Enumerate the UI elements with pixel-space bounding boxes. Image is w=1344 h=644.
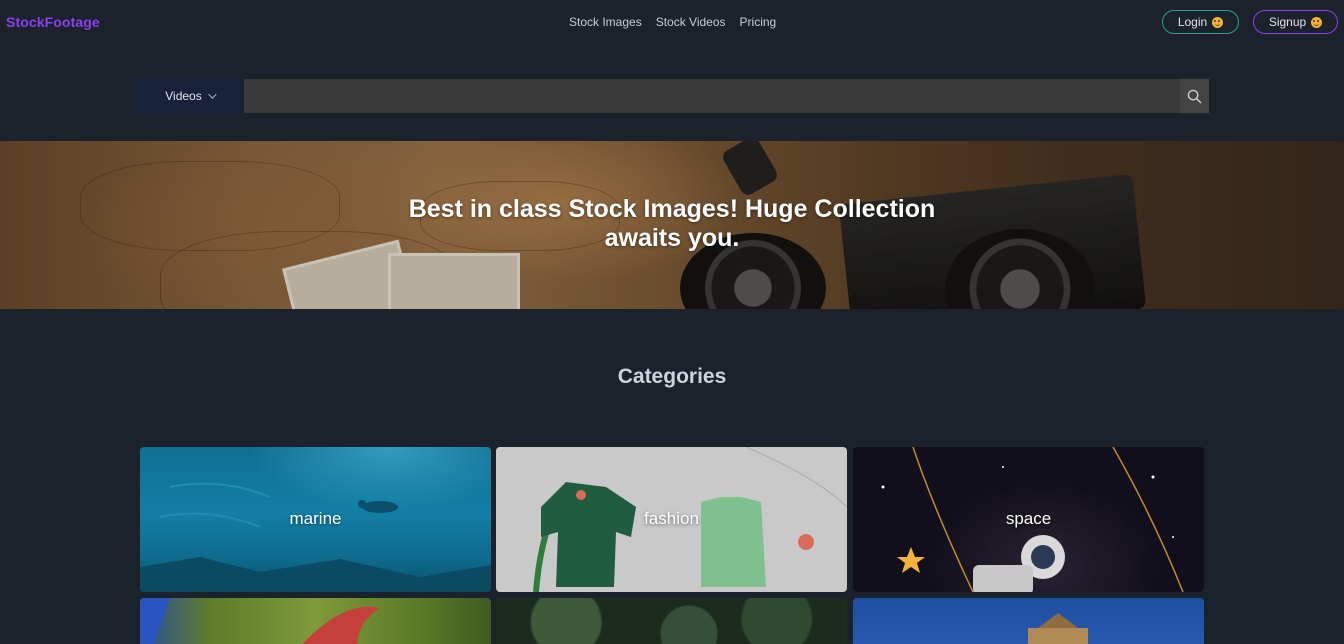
search-icon (1187, 89, 1202, 103)
login-label: Login (1177, 15, 1208, 29)
signup-button[interactable]: Signup (1253, 10, 1338, 34)
category-label: marine (289, 509, 342, 528)
login-button[interactable]: Login (1162, 10, 1239, 34)
search-bar: Videos (135, 79, 1209, 113)
main-nav: Stock Images Stock Videos Pricing (569, 15, 776, 29)
hero-title-line2: awaits you. (604, 224, 740, 252)
search-type-dropdown[interactable]: Videos (135, 79, 244, 113)
smiley-face-icon (1212, 16, 1224, 28)
hero-banner: Best in class Stock Images! Huge Collect… (0, 141, 1344, 309)
building-illustration (1028, 613, 1088, 644)
search-input[interactable] (244, 79, 1180, 113)
nav-link-stock-images[interactable]: Stock Images (569, 15, 642, 29)
category-label: fashion (644, 509, 699, 528)
chevron-down-icon (207, 90, 217, 99)
top-navbar: StockFootage Stock Images Stock Videos P… (0, 0, 1344, 44)
nav-link-pricing[interactable]: Pricing (740, 15, 777, 29)
categories-heading: Categories (617, 365, 727, 388)
smiley-face-icon (1311, 16, 1323, 28)
search-button[interactable] (1180, 79, 1209, 113)
nav-link-stock-videos[interactable]: Stock Videos (656, 15, 726, 29)
brand-logo[interactable]: StockFootage (6, 14, 100, 30)
category-card-bird[interactable] (140, 598, 491, 644)
category-card-space[interactable]: space (853, 447, 1204, 592)
bird-illustration (140, 598, 380, 644)
signup-label: Signup (1268, 15, 1307, 29)
category-card-marine[interactable]: marine (140, 447, 491, 592)
search-type-label: Videos (165, 89, 202, 103)
category-label: space (1005, 509, 1052, 528)
hero-title: Best in class Stock Images! Huge Collect… (0, 195, 1344, 253)
category-card-fashion[interactable]: fashion (496, 447, 847, 592)
category-card-architecture[interactable] (853, 598, 1204, 644)
category-card-plants[interactable] (496, 598, 847, 644)
hero-title-line1: Best in class Stock Images! Huge Collect… (408, 195, 936, 223)
